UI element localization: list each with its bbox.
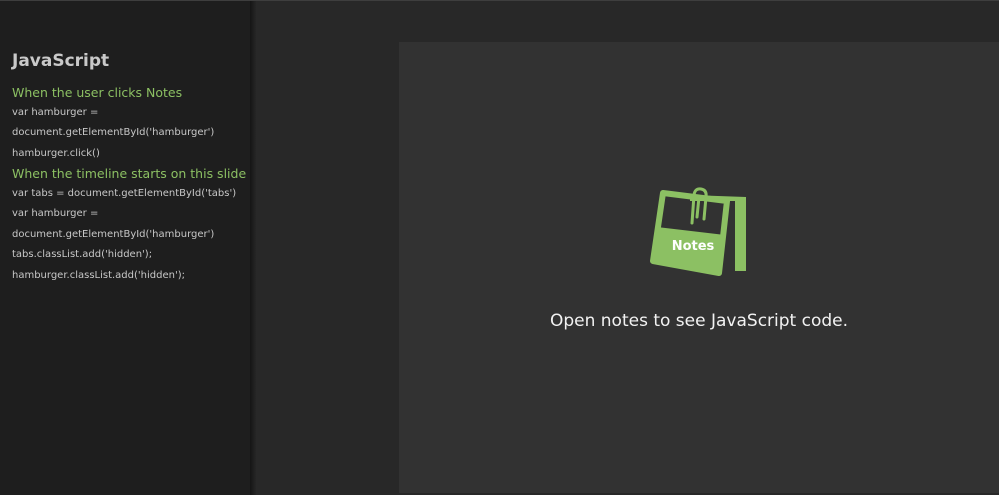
slide-canvas: Notes Open notes to see JavaScript code.: [399, 42, 999, 493]
code-line: var hamburger =: [12, 208, 99, 219]
code-line: tabs.classList.add('hidden');: [12, 249, 153, 260]
trigger-heading-timeline-start: When the timeline starts on this slide: [12, 166, 247, 181]
javascript-sidebar: JavaScript When the user clicks Notes va…: [0, 1, 250, 495]
code-line: var hamburger =: [12, 107, 99, 118]
code-line: hamburger.classList.add('hidden');: [12, 270, 185, 281]
code-line: document.getElementById('hamburger'): [12, 127, 215, 138]
code-line: hamburger.click(): [12, 148, 100, 159]
trigger-heading-notes-click: When the user clicks Notes: [12, 85, 183, 100]
code-line: document.getElementById('hamburger'): [12, 229, 215, 240]
code-line: var tabs = document.getElementById('tabs…: [12, 188, 237, 199]
sidebar-title: JavaScript: [12, 51, 110, 71]
notes-icon-label: Notes: [671, 239, 715, 254]
notes-icon[interactable]: [649, 187, 749, 282]
slide-message: Open notes to see JavaScript code.: [549, 311, 849, 331]
